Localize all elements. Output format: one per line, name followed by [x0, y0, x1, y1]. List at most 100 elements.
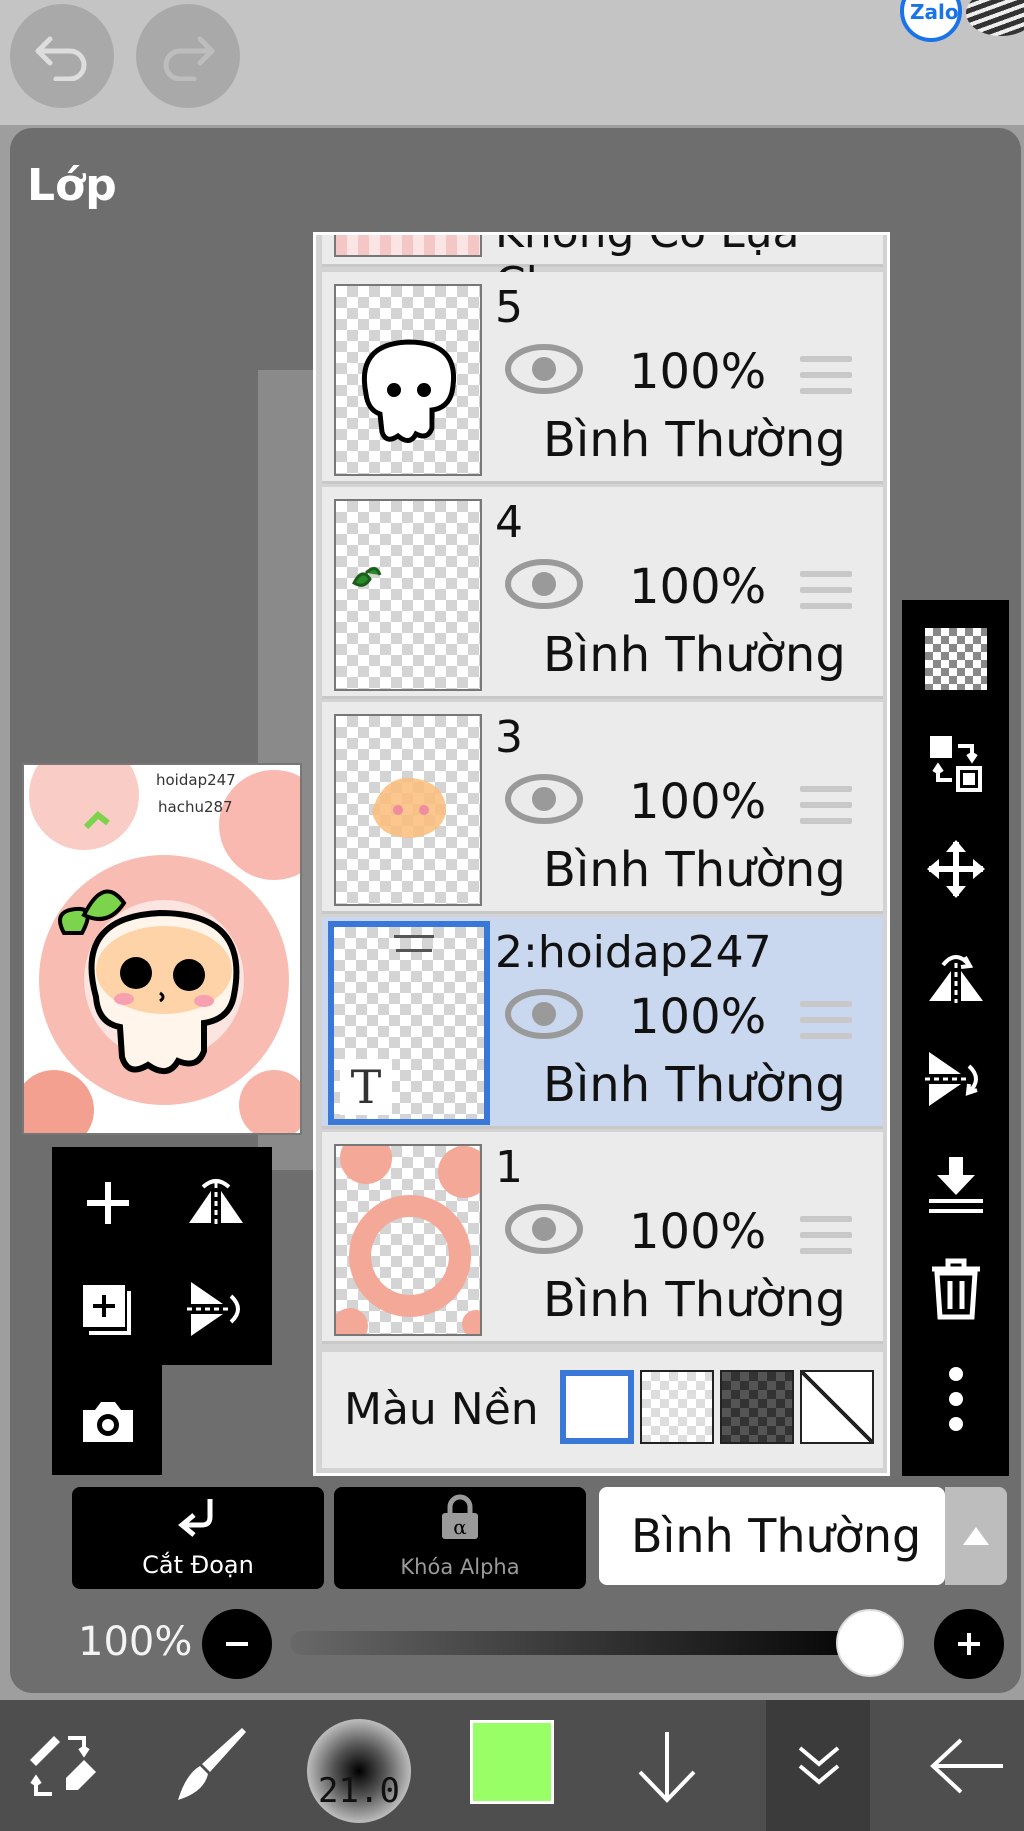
- layer-actions-row: Cắt Đoạn α Khóa Alpha Bình Thường: [72, 1487, 1007, 1589]
- bg-option-none[interactable]: [800, 1370, 874, 1444]
- plus-icon: [87, 1182, 129, 1224]
- redo-icon: [163, 36, 215, 81]
- text-layer-badge: T: [340, 1059, 392, 1115]
- layer-down-button[interactable]: [615, 1700, 719, 1831]
- brush-size-indicator[interactable]: 21.0: [307, 1719, 411, 1823]
- notification-bubble[interactable]: Zalo: [874, 0, 1024, 42]
- layer-name: 1: [495, 1142, 523, 1193]
- layer-blend-mode: Bình Thường: [543, 627, 846, 683]
- layer-list[interactable]: Không Có Lựa Chọn 5 100% Bình Thường 4 1…: [313, 232, 890, 1476]
- drag-handle-icon[interactable]: [800, 786, 852, 830]
- eye-icon[interactable]: [505, 559, 583, 609]
- opacity-row: 100%: [72, 1605, 1007, 1681]
- eye-icon[interactable]: [505, 1204, 583, 1254]
- drag-handle-icon[interactable]: [800, 1001, 852, 1045]
- layer-row-3[interactable]: 3 100% Bình Thường: [322, 702, 883, 914]
- opacity-label: 100%: [78, 1619, 193, 1665]
- camera-button[interactable]: [58, 1371, 158, 1471]
- redo-button[interactable]: [136, 4, 240, 108]
- brush-size-value: 21.0: [318, 1771, 400, 1811]
- zalo-label: Zalo: [910, 0, 959, 24]
- layer-blend-mode: Bình Thường: [543, 842, 846, 898]
- double-chevron-down-icon: [798, 1746, 840, 1785]
- drag-handle-icon[interactable]: [800, 571, 852, 615]
- layer-name: 3: [495, 712, 523, 763]
- layer-thumbnail: [334, 714, 482, 906]
- blend-mode-dropdown[interactable]: [945, 1487, 1007, 1585]
- opacity-slider-fill: [290, 1631, 890, 1655]
- plus-icon: [958, 1633, 980, 1655]
- more-vertical-icon: [948, 1366, 963, 1431]
- layer-row-1[interactable]: 1 100% Bình Thường: [322, 1132, 883, 1344]
- preview-watermark-1: hoidap247: [156, 771, 236, 789]
- minus-icon: [226, 1642, 248, 1646]
- layer-blend-mode: Bình Thường: [543, 1057, 846, 1113]
- flip-horizontal-icon: [189, 1179, 243, 1227]
- svg-text:α: α: [453, 1515, 467, 1539]
- checkerboard-icon: [924, 627, 987, 690]
- swap-icon: [929, 735, 982, 792]
- layer-opacity: 100%: [629, 1204, 767, 1260]
- background-color-row: Màu Nền: [322, 1352, 883, 1468]
- eye-icon[interactable]: [505, 774, 583, 824]
- background-color-label: Màu Nền: [344, 1384, 539, 1435]
- panel-title: Lớp: [27, 160, 117, 211]
- drag-handle-icon[interactable]: [800, 1216, 852, 1260]
- layer-name: 4: [495, 497, 523, 548]
- layer-opacity: 100%: [629, 344, 767, 400]
- layer-blend-mode: Bình Thường: [543, 412, 846, 468]
- layer-opacity: 100%: [629, 559, 767, 615]
- color-swatch[interactable]: [470, 1720, 554, 1804]
- delete-layer-button[interactable]: [917, 1250, 994, 1327]
- bg-option-white[interactable]: [560, 1370, 634, 1444]
- top-bar: Zalo: [0, 0, 1024, 125]
- clipping-button[interactable]: Cắt Đoạn: [72, 1487, 324, 1589]
- opacity-slider[interactable]: [290, 1609, 904, 1677]
- transparency-button[interactable]: [917, 620, 994, 697]
- flip-vertical-right-button[interactable]: [917, 1040, 994, 1117]
- bg-option-transparent-dark[interactable]: [720, 1370, 794, 1444]
- undo-button[interactable]: [10, 4, 114, 108]
- layer-opacity: 100%: [629, 989, 767, 1045]
- opacity-decrease-button[interactable]: [202, 1609, 272, 1679]
- alpha-lock-label: Khóa Alpha: [400, 1555, 520, 1579]
- flip-horizontal-right-button[interactable]: [917, 935, 994, 1012]
- arrow-down-icon: [638, 1731, 696, 1803]
- clipping-arrow-icon: [178, 1499, 213, 1537]
- move-button[interactable]: [917, 830, 994, 907]
- collapse-panel-button[interactable]: [766, 1700, 870, 1831]
- back-button[interactable]: [915, 1700, 1019, 1831]
- move-icon: [926, 839, 985, 898]
- swap-layer-button[interactable]: [917, 725, 994, 802]
- drag-handle-icon[interactable]: [800, 356, 852, 400]
- flip-vertical-icon: [187, 1282, 240, 1336]
- blend-mode-select[interactable]: Bình Thường: [599, 1487, 945, 1585]
- paintbrush-icon: [178, 1727, 246, 1800]
- flip-horizontal-button[interactable]: [166, 1153, 266, 1253]
- undo-icon: [35, 36, 87, 81]
- add-layer-copy-button[interactable]: [58, 1259, 158, 1359]
- layer-opacity: 100%: [629, 774, 767, 830]
- tool-switch-button[interactable]: [10, 1700, 114, 1831]
- bg-option-transparent-light[interactable]: [640, 1370, 714, 1444]
- eye-icon[interactable]: [505, 344, 583, 394]
- selection-layer-row[interactable]: Không Có Lựa Chọn: [322, 235, 883, 309]
- canvas-preview[interactable]: hoidap247 hachu287: [22, 763, 302, 1135]
- layer-row-4[interactable]: 4 100% Bình Thường: [322, 487, 883, 699]
- brush-tool-button[interactable]: [160, 1700, 264, 1831]
- triangle-up-icon: [963, 1527, 989, 1545]
- layer-name: 2:hoidap247: [495, 927, 772, 978]
- opacity-slider-knob[interactable]: [836, 1609, 904, 1677]
- trash-icon: [931, 1258, 980, 1319]
- layer-blend-mode: Bình Thường: [543, 1272, 846, 1328]
- more-options-button[interactable]: [917, 1360, 994, 1437]
- opacity-increase-button[interactable]: [934, 1609, 1004, 1679]
- layer-row-2[interactable]: T 2:hoidap247 100% Bình Thường: [322, 917, 883, 1129]
- merge-down-button[interactable]: [917, 1145, 994, 1222]
- eye-icon[interactable]: [505, 989, 583, 1039]
- add-layer-button[interactable]: [58, 1153, 158, 1253]
- layer-tools-left-bottom: [52, 1365, 162, 1475]
- layer-row-5[interactable]: 5 100% Bình Thường: [322, 272, 883, 484]
- alpha-lock-button[interactable]: α Khóa Alpha: [334, 1487, 586, 1589]
- flip-vertical-button[interactable]: [166, 1259, 266, 1359]
